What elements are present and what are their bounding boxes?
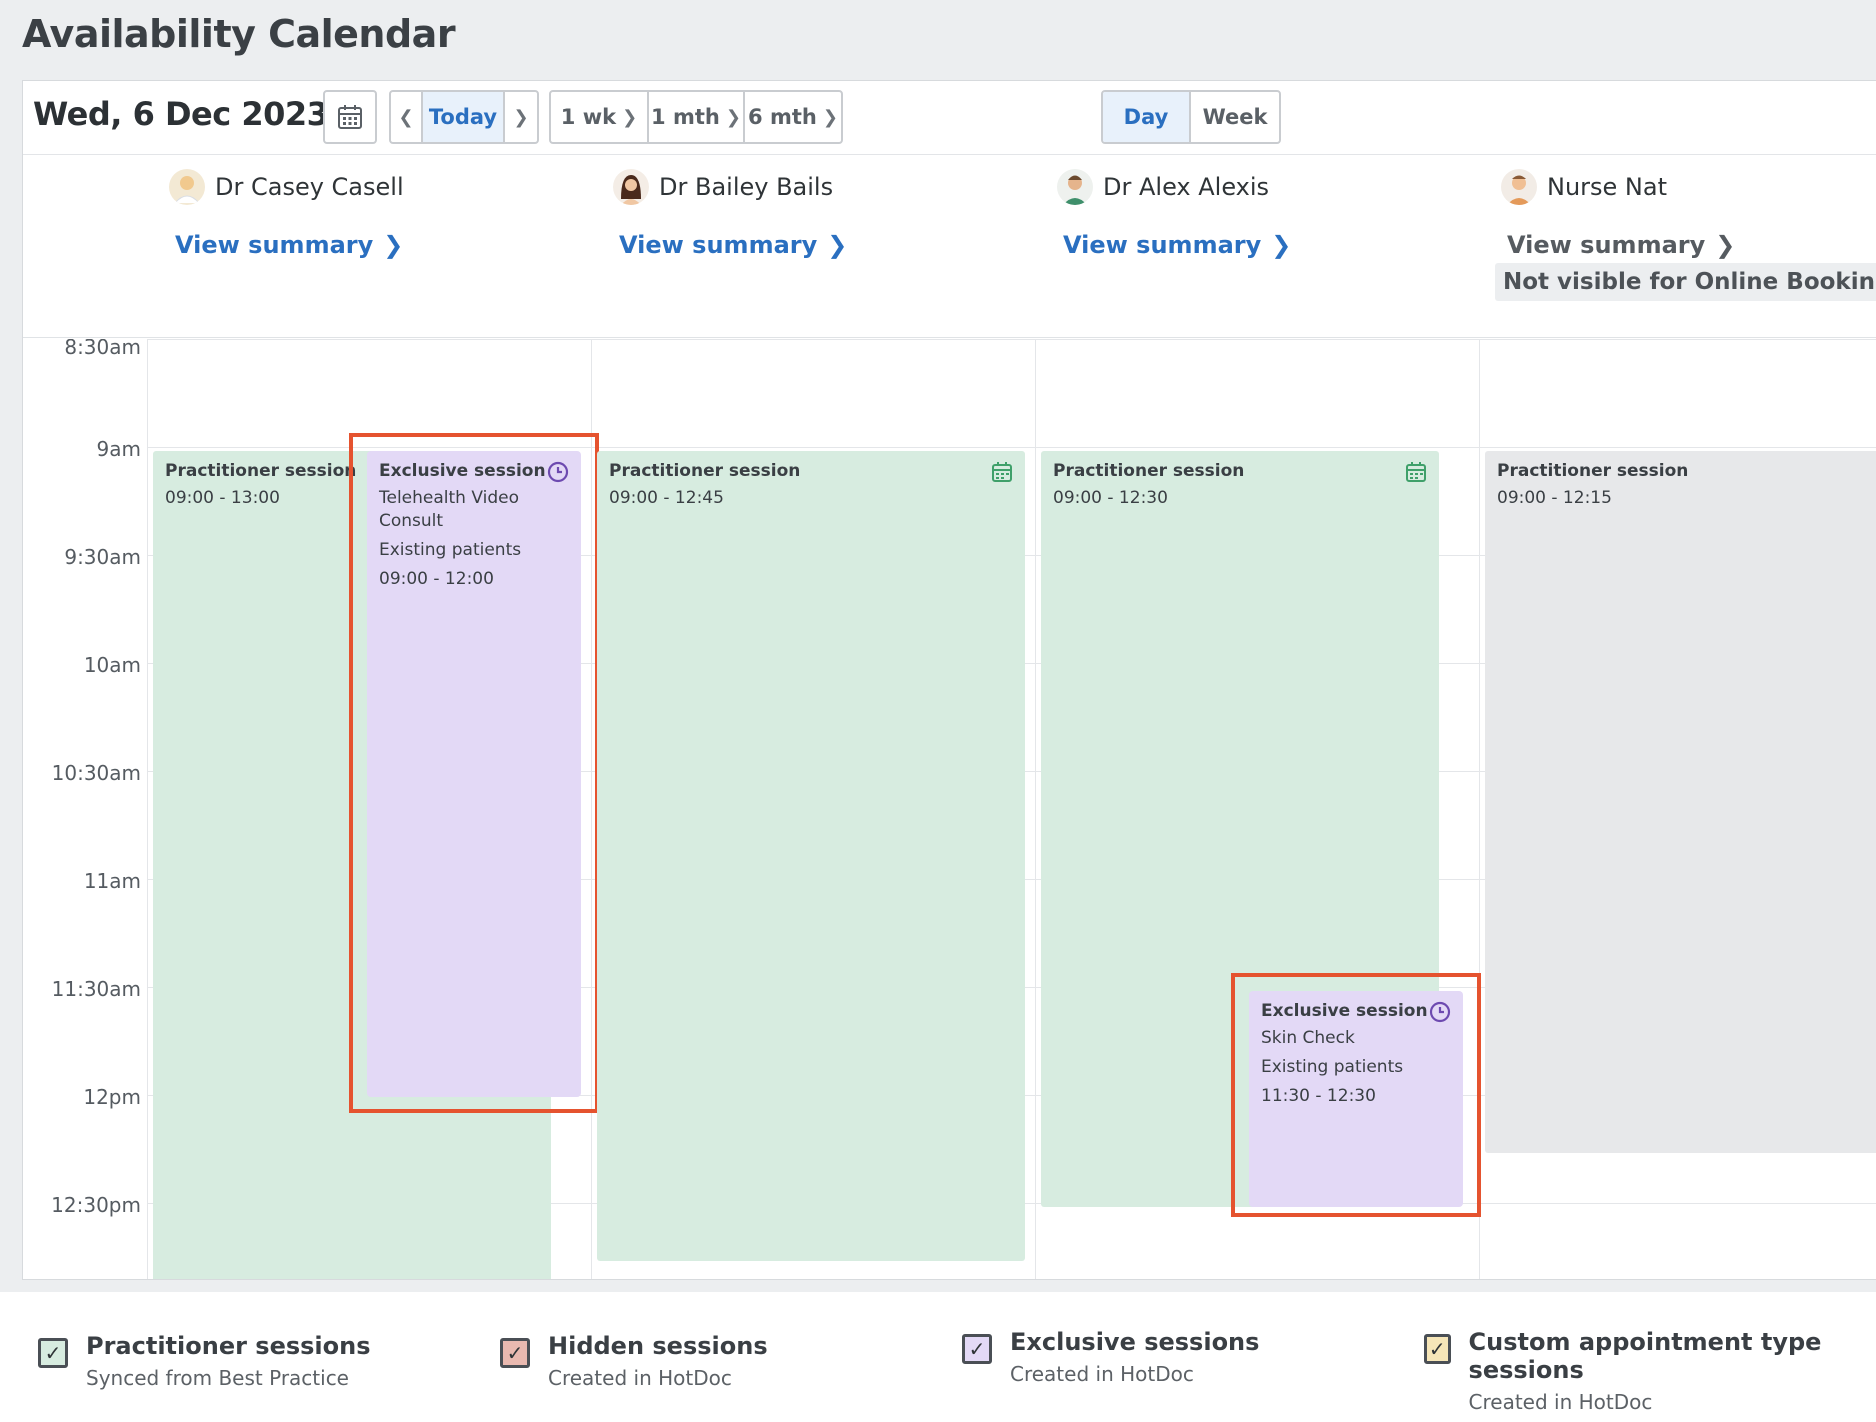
time-label: 8:30am [64, 339, 141, 359]
practitioner-avatar-icon [174, 176, 200, 204]
view-summary-label: View summary [1507, 231, 1706, 259]
time-label: 9:30am [64, 545, 141, 569]
calendar-icon [992, 462, 1012, 482]
legend-title: Hidden sessions [548, 1332, 768, 1360]
calendar-icon [338, 105, 362, 129]
session-time: 09:00 - 12:15 [1497, 488, 1612, 508]
calendar-panel: Wed, 6 Dec 2023 ❮ Today ❯ 1 wk ❯ 1 mth ❯ 6… [22, 80, 1876, 1280]
view-summary-link[interactable]: View summary ❯ [619, 231, 847, 259]
checkbox-checked-icon[interactable]: ✓ [962, 1334, 992, 1364]
chevron-right-icon: ❯ [383, 231, 404, 259]
practitioner-column-header: Dr Casey Casell View summary ❯ [169, 169, 404, 259]
next-day-button[interactable]: ❯ [505, 92, 537, 142]
chevron-right-icon: ❯ [822, 106, 838, 128]
practitioner-name: Dr Casey Casell [215, 173, 404, 201]
today-button[interactable]: Today [423, 92, 505, 142]
avatar [613, 169, 649, 205]
legend-hidden-sessions[interactable]: ✓ Hidden sessions Created in HotDoc [500, 1332, 768, 1390]
avatar [1501, 169, 1537, 205]
view-summary-label: View summary [1063, 231, 1262, 259]
practitioner-column-header: Dr Bailey Bails View summary ❯ [613, 169, 847, 259]
practitioner-column-header: Nurse Nat View summary ❯ [1501, 169, 1735, 259]
page-title: Availability Calendar [22, 12, 456, 56]
practitioner-column-header: Dr Alex Alexis View summary ❯ [1057, 169, 1291, 259]
time-label: 12:30pm [51, 1193, 141, 1217]
practitioner-header: Dr Casey Casell View summary ❯ Dr Bailey … [23, 155, 1876, 338]
highlight-box [349, 433, 599, 1113]
jump-1wk-button[interactable]: 1 wk ❯ [551, 92, 649, 142]
jump-6mth-label: 6 mth [748, 105, 817, 129]
legend-subtitle: Created in HotDoc [1010, 1362, 1194, 1386]
legend-title: Practitioner sessions [86, 1332, 371, 1360]
avatar [1057, 169, 1093, 205]
practitioner-name: Nurse Nat [1547, 173, 1667, 201]
legend-title: Custom appointment type sessions [1468, 1328, 1822, 1384]
legend-subtitle: Synced from Best Practice [86, 1366, 349, 1390]
previous-day-button[interactable]: ❮ [391, 92, 423, 142]
practitioner-session-block[interactable]: Practitioner session 09:00 - 12:15 [1485, 451, 1876, 1153]
avatar [169, 169, 205, 205]
session-title: Practitioner session [609, 461, 801, 481]
jump-1mth-button[interactable]: 1 mth ❯ [649, 92, 745, 142]
calendar-grid: 8:30am 9am 9:30am 10am 10:30am 11am 11:3… [23, 339, 1876, 1279]
view-summary-label: View summary [175, 231, 374, 259]
view-toggle: Day Week [1101, 90, 1281, 144]
session-title: Practitioner session [1497, 461, 1689, 481]
session-time: 09:00 - 12:45 [609, 488, 724, 508]
time-label: 12pm [83, 1085, 141, 1109]
chevron-right-icon: ❯ [513, 106, 529, 128]
practitioner-avatar-icon [1063, 175, 1087, 205]
view-summary-link[interactable]: View summary ❯ [1507, 231, 1735, 259]
practitioner-session-block[interactable]: Practitioner session 09:00 - 12:45 [597, 451, 1025, 1261]
practitioner-avatar-icon [1507, 175, 1531, 205]
chevron-right-icon: ❯ [1271, 231, 1292, 259]
chevron-right-icon: ❯ [725, 106, 741, 128]
chevron-right-icon: ❯ [827, 231, 848, 259]
legend-title: Exclusive sessions [1010, 1328, 1260, 1356]
chevron-right-icon: ❯ [622, 106, 638, 128]
time-label: 10:30am [51, 761, 141, 785]
legend-exclusive-sessions[interactable]: ✓ Exclusive sessions Created in HotDoc [962, 1328, 1259, 1386]
checkbox-checked-icon[interactable]: ✓ [38, 1338, 68, 1368]
time-label: 9am [96, 437, 141, 461]
chevron-left-icon: ❮ [398, 106, 414, 128]
checkbox-checked-icon[interactable]: ✓ [500, 1338, 530, 1368]
date-navigation: ❮ Today ❯ [389, 90, 539, 144]
session-title: Practitioner session [1053, 461, 1245, 481]
view-summary-link[interactable]: View summary ❯ [175, 231, 404, 259]
day-view-button[interactable]: Day [1103, 92, 1191, 142]
session-time: 09:00 - 12:30 [1053, 488, 1168, 508]
legend-subtitle: Created in HotDoc [548, 1366, 732, 1390]
view-summary-label: View summary [619, 231, 818, 259]
date-picker-button[interactable] [323, 90, 377, 144]
jump-6mth-button[interactable]: 6 mth ❯ [745, 92, 841, 142]
calendar-toolbar: Wed, 6 Dec 2023 ❮ Today ❯ 1 wk ❯ 1 mth ❯ 6… [23, 81, 1876, 155]
jump-1wk-label: 1 wk [560, 105, 617, 129]
view-summary-link[interactable]: View summary ❯ [1063, 231, 1291, 259]
time-label: 11am [83, 869, 141, 893]
practitioner-name: Dr Alex Alexis [1103, 173, 1270, 201]
range-jump-group: 1 wk ❯ 1 mth ❯ 6 mth ❯ [549, 90, 843, 144]
current-date: Wed, 6 Dec 2023 [33, 95, 329, 133]
highlight-box [1231, 973, 1481, 1217]
calendar-icon [1406, 462, 1426, 482]
practitioner-avatar-icon [621, 175, 641, 205]
legend-subtitle: Created in HotDoc [1468, 1390, 1653, 1414]
time-label: 10am [83, 653, 141, 677]
week-view-button[interactable]: Week [1191, 92, 1279, 142]
session-legend: ✓ Practitioner sessions Synced from Best… [0, 1292, 1876, 1422]
time-label: 11:30am [51, 977, 141, 1001]
jump-1mth-label: 1 mth [651, 105, 720, 129]
legend-practitioner-sessions[interactable]: ✓ Practitioner sessions Synced from Best… [38, 1332, 371, 1390]
practitioner-name: Dr Bailey Bails [659, 173, 834, 201]
not-visible-badge: Not visible for Online Bookings [1495, 263, 1876, 301]
chevron-right-icon: ❯ [1715, 231, 1736, 259]
legend-custom-appointment-type-sessions[interactable]: ✓ Custom appointment type sessions Creat… [1424, 1328, 1876, 1414]
checkbox-checked-icon[interactable]: ✓ [1424, 1334, 1451, 1364]
